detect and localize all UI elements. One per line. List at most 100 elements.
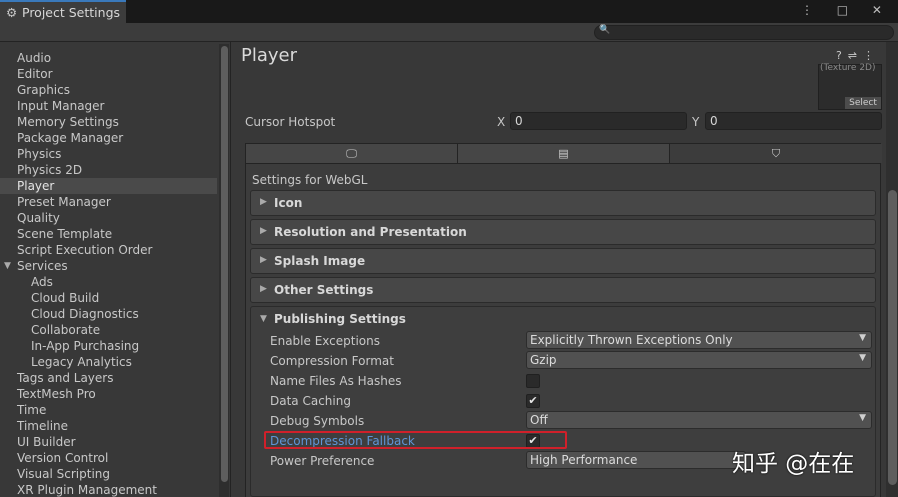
tab-standalone[interactable]: 🖵	[246, 144, 458, 163]
chevron-down-icon: ▼	[859, 353, 866, 363]
sidebar-item[interactable]: Preset Manager	[0, 194, 217, 210]
project-settings-tab[interactable]: ⚙ Project Settings	[0, 0, 126, 23]
section-label: Icon	[274, 196, 303, 210]
android-icon: ▤	[558, 147, 569, 160]
watermark: 知乎 @在在	[732, 451, 855, 477]
dropdown-value: Off	[530, 413, 548, 427]
name-files-as-hashes-checkbox[interactable]	[526, 374, 540, 388]
expand-arrow-icon: ▶	[260, 197, 267, 207]
hotspot-x-field[interactable]: 0	[510, 112, 687, 130]
page-title: Player	[241, 45, 298, 66]
tab-webgl[interactable]: ⛉	[670, 144, 882, 163]
sidebar-item[interactable]: Timeline	[0, 418, 217, 434]
sidebar-item-label: Physics	[17, 147, 62, 161]
more-icon[interactable]: ⋮	[863, 49, 880, 62]
sidebar-item-label: Memory Settings	[17, 115, 119, 129]
sidebar-item[interactable]: Script Execution Order	[0, 242, 217, 258]
data-caching-checkbox[interactable]: ✔	[526, 394, 540, 408]
sidebar-item[interactable]: Player	[0, 178, 217, 194]
data-caching-label: Data Caching	[270, 394, 351, 408]
help-icon[interactable]: ?	[836, 49, 848, 62]
sidebar-item[interactable]: Ads	[0, 274, 217, 290]
name-files-as-hashes-label: Name Files As Hashes	[270, 374, 402, 388]
sidebar-item[interactable]: Quality	[0, 210, 217, 226]
sidebar-item[interactable]: Physics	[0, 146, 217, 162]
expand-arrow-icon: ▶	[260, 284, 267, 294]
texture-select-button[interactable]: Select	[845, 97, 881, 109]
sidebar-item-label: Preset Manager	[17, 195, 111, 209]
expand-arrow-icon[interactable]: ▼	[4, 258, 11, 274]
sidebar-item-label: Legacy Analytics	[31, 355, 132, 369]
presets-icon[interactable]: ⇌	[848, 49, 863, 62]
sidebar-item-label: Visual Scripting	[17, 467, 110, 481]
sidebar-scrollbar-thumb[interactable]	[221, 46, 228, 482]
header-icons[interactable]: ?⇌⋮	[836, 49, 880, 62]
hotspot-y-field[interactable]: 0	[705, 112, 882, 130]
sidebar-item-label: XR Plugin Management	[17, 483, 157, 497]
search-icon: 🔍	[599, 25, 611, 35]
sidebar-item[interactable]: Scene Template	[0, 226, 217, 242]
dropdown-value: Explicitly Thrown Exceptions Only	[530, 333, 733, 347]
sidebar-item[interactable]: Legacy Analytics	[0, 354, 217, 370]
sidebar: XR Plugin Management Visual Scripting Vers…	[0, 42, 231, 497]
sidebar-item[interactable]: In-App Purchasing	[0, 338, 217, 354]
platform-tabs: 🖵 ▤ ⛉	[245, 143, 882, 164]
section-icon[interactable]: ▶ Icon	[250, 190, 876, 216]
sidebar-item-label: Scene Template	[17, 227, 113, 241]
sidebar-item-label: TextMesh Pro	[17, 387, 96, 401]
compression-format-dropdown[interactable]: Gzip ▼	[526, 351, 872, 369]
sidebar-item-label: Package Manager	[17, 131, 124, 145]
sidebar-item-label: Tags and Layers	[17, 371, 114, 385]
publishing-settings-title: Publishing Settings	[274, 312, 406, 326]
sidebar-item[interactable]: Physics 2D	[0, 162, 217, 178]
sidebar-item-label: Input Manager	[17, 99, 105, 113]
tab-title: Project Settings	[22, 5, 121, 20]
section-resolution[interactable]: ▶ Resolution and Presentation	[250, 219, 876, 245]
sidebar-item-label: Quality	[17, 211, 60, 225]
window-controls[interactable]: ⋮ □ ✕	[801, 3, 892, 17]
sidebar-item[interactable]: Input Manager	[0, 98, 217, 114]
html5-icon: ⛉	[771, 147, 781, 160]
sidebar-item[interactable]: Audio	[0, 50, 217, 66]
sidebar-item-label: Cloud Diagnostics	[31, 307, 139, 321]
sidebar-item[interactable]: Visual Scripting	[0, 466, 217, 482]
sidebar-item[interactable]: Editor	[0, 66, 217, 82]
sidebar-item[interactable]: Cloud Diagnostics	[0, 306, 217, 322]
window-titlebar: ⚙ Project Settings ⋮ □ ✕	[0, 0, 898, 23]
sidebar-item[interactable]: Graphics	[0, 82, 217, 98]
sidebar-item-label: Ads	[31, 275, 53, 289]
sidebar-item-label: Timeline	[17, 419, 69, 433]
enable-exceptions-dropdown[interactable]: Explicitly Thrown Exceptions Only ▼	[526, 331, 872, 349]
inspector-scrollbar-thumb[interactable]	[888, 190, 897, 485]
sidebar-item[interactable]: Cloud Build	[0, 290, 217, 306]
sidebar-item[interactable]: Collaborate	[0, 322, 217, 338]
sidebar-item[interactable]: ▼ Services	[0, 258, 217, 274]
sidebar-item[interactable]: Memory Settings	[0, 114, 217, 130]
debug-symbols-dropdown[interactable]: Off ▼	[526, 411, 872, 429]
highlight-box	[264, 431, 567, 449]
tab-android[interactable]: ▤	[458, 144, 670, 163]
search-input[interactable]: 🔍	[594, 25, 894, 40]
collapse-arrow-icon[interactable]: ▼	[260, 314, 267, 324]
sidebar-item-label: Services	[17, 259, 68, 273]
sidebar-item-label: Time	[17, 403, 47, 417]
chevron-down-icon: ▼	[859, 413, 866, 423]
sidebar-item-label: Cloud Build	[31, 291, 100, 305]
sidebar-item[interactable]: Package Manager	[0, 130, 217, 146]
sidebar-item[interactable]: XR Plugin Management	[0, 482, 217, 497]
settings-for-label: Settings for WebGL	[252, 173, 368, 187]
sidebar-item[interactable]: Time	[0, 402, 217, 418]
sidebar-item-label: Physics 2D	[17, 163, 83, 177]
section-label: Splash Image	[274, 254, 366, 268]
sidebar-item-label: Version Control	[17, 451, 109, 465]
sidebar-item[interactable]: Version Control	[0, 450, 217, 466]
power-preference-dropdown[interactable]: High Performance	[526, 451, 746, 469]
sidebar-item[interactable]: Tags and Layers	[0, 370, 217, 386]
sidebar-item[interactable]: TextMesh Pro	[0, 386, 217, 402]
cursor-texture-field[interactable]: (Texture 2D) Select	[818, 63, 882, 110]
section-splash-image[interactable]: ▶ Splash Image	[250, 248, 876, 274]
section-other-settings[interactable]: ▶ Other Settings	[250, 277, 876, 303]
power-preference-label: Power Preference	[270, 454, 375, 468]
sidebar-item-label: UI Builder	[17, 435, 76, 449]
sidebar-item[interactable]: UI Builder	[0, 434, 217, 450]
